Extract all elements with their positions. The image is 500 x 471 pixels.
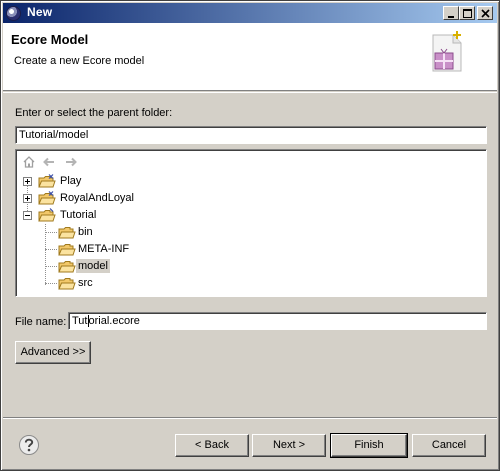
folder-icon: [58, 244, 76, 256]
new-ecore-file-wizard-icon: [432, 31, 462, 72]
project-folder-icon: [38, 174, 56, 188]
tree-item-label: META-INF: [78, 243, 130, 255]
tree-item-royalandloyal[interactable]: RoyalAndLoyal: [16, 190, 486, 207]
close-button[interactable]: [477, 6, 493, 20]
footer-separator: [3, 417, 497, 419]
tree-item-label: RoyalAndLoyal: [60, 192, 134, 204]
home-icon[interactable]: [22, 155, 36, 169]
expand-icon[interactable]: [23, 194, 32, 203]
back-button[interactable]: < Back: [175, 434, 249, 457]
header-separator: [3, 92, 497, 93]
wizard-description: Create a new Ecore model: [14, 55, 145, 67]
maximize-icon: [463, 9, 472, 18]
tree-item-tutorial[interactable]: Tutorial: [16, 207, 486, 224]
finish-button[interactable]: Finish: [330, 433, 408, 458]
tree-item-bin[interactable]: bin: [16, 224, 486, 241]
cancel-button[interactable]: Cancel: [412, 434, 486, 457]
collapse-icon[interactable]: [23, 211, 32, 220]
tree-item-label: Play: [60, 175, 82, 187]
tree-item-label-selected: model: [76, 259, 110, 273]
parent-folder-input[interactable]: Tutorial/model: [15, 126, 487, 144]
advanced-button[interactable]: Advanced >>: [15, 341, 91, 364]
wizard-title: Ecore Model: [11, 32, 89, 47]
back-arrow-icon[interactable]: [42, 155, 56, 169]
new-wizard-dialog: New Ecore Model Create a new Ecore model…: [0, 0, 500, 471]
window-title: New: [27, 5, 53, 19]
title-bar[interactable]: New: [3, 3, 497, 23]
file-name-label: File name:: [15, 316, 67, 328]
help-icon[interactable]: [18, 434, 40, 456]
maximize-button[interactable]: [459, 6, 475, 20]
tree-item-model[interactable]: model: [16, 258, 486, 275]
folder-icon: [58, 261, 76, 273]
tree-item-label: bin: [78, 226, 93, 238]
close-icon: [481, 9, 490, 18]
file-name-text-after-cursor: orial.ecore: [88, 315, 140, 327]
eclipse-icon: [6, 6, 21, 21]
tree-item-src[interactable]: src: [16, 275, 486, 292]
open-project-folder-icon: [38, 208, 56, 222]
tree-item-play[interactable]: Play: [16, 173, 486, 190]
parent-folder-label: Enter or select the parent folder:: [15, 107, 173, 119]
file-name-text-before-cursor: Tut: [72, 315, 88, 327]
project-folder-icon: [38, 191, 56, 205]
wizard-header: Ecore Model Create a new Ecore model: [3, 23, 497, 91]
minimize-button[interactable]: [443, 6, 459, 20]
minimize-icon: [448, 16, 454, 18]
file-name-input[interactable]: Tutorial.ecore: [68, 312, 487, 330]
folder-icon: [58, 227, 76, 239]
expand-icon[interactable]: [23, 177, 32, 186]
tree-item-meta-inf[interactable]: META-INF: [16, 241, 486, 258]
tree-item-label: src: [78, 277, 93, 289]
tree-item-label: Tutorial: [60, 209, 97, 221]
folder-tree[interactable]: Play RoyalAndLoyal Tutorial bin META-INF…: [15, 149, 487, 297]
folder-icon: [58, 278, 76, 290]
next-button[interactable]: Next >: [252, 434, 326, 457]
forward-arrow-icon[interactable]: [64, 155, 78, 169]
